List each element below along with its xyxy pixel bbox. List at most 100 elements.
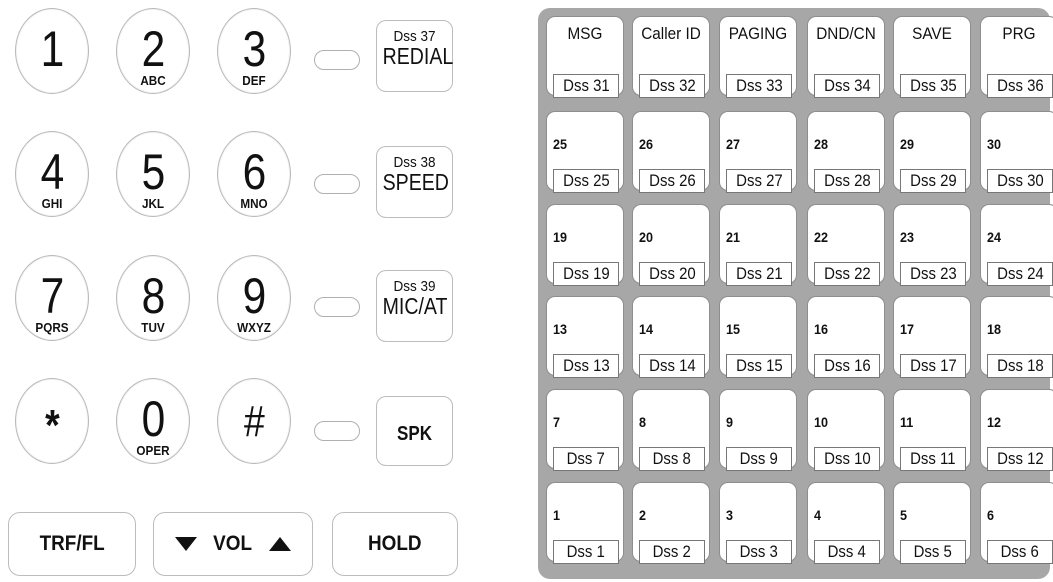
dss-key[interactable]: 14 Dss 14 (632, 296, 710, 378)
dss-key[interactable]: PAGING Dss 33 (719, 16, 797, 98)
dss-key[interactable]: 4 Dss 4 (807, 482, 885, 564)
dss-key-label: SAVE (912, 24, 952, 43)
key-4[interactable]: 4 GHI (15, 131, 89, 217)
dss-key[interactable]: MSG Dss 31 (546, 16, 624, 98)
dss-key[interactable]: 30 Dss 30 (980, 111, 1053, 193)
dss-key-tag: Dss 6 (987, 540, 1053, 564)
speaker-button[interactable]: SPK (376, 396, 453, 466)
key-hash[interactable]: # (217, 378, 291, 464)
dss-key-tag: Dss 14 (639, 354, 705, 378)
dss-key[interactable]: 10 Dss 10 (807, 389, 885, 471)
key-1[interactable]: 1 (15, 8, 89, 94)
dss-key-tag-text: Dss 14 (648, 356, 696, 375)
key-letters: WXYZ (237, 320, 271, 335)
dss-key[interactable]: 9 Dss 9 (719, 389, 797, 471)
dss-key[interactable]: 25 Dss 25 (546, 111, 624, 193)
dss-key-label: 25 (553, 136, 568, 152)
led-indicator-speaker (314, 421, 360, 441)
dss-key[interactable]: 1 Dss 1 (546, 482, 624, 564)
led-indicator-redial (314, 50, 360, 70)
dss-key[interactable]: 28 Dss 28 (807, 111, 885, 193)
dss-key[interactable]: 15 Dss 15 (719, 296, 797, 378)
dss-key-tag: Dss 16 (814, 354, 880, 378)
dss-key[interactable]: SAVE Dss 35 (893, 16, 971, 98)
dss-key-label: 20 (639, 229, 654, 245)
dss-key-label: DND/CN (816, 24, 876, 43)
dss-key[interactable]: 27 Dss 27 (719, 111, 797, 193)
key-star[interactable]: * (15, 378, 89, 464)
dss-key-label: 9 (726, 414, 734, 430)
dss-key-tag: Dss 20 (639, 262, 705, 286)
dss-key-tag: Dss 29 (900, 169, 966, 193)
key-letters: ABC (140, 73, 166, 88)
dss-key[interactable]: 17 Dss 17 (893, 296, 971, 378)
dss-key[interactable]: 7 Dss 7 (546, 389, 624, 471)
volume-down-icon[interactable] (175, 537, 198, 551)
dss-key-label: 16 (814, 321, 829, 337)
key-0[interactable]: 0 OPER (116, 378, 190, 464)
dss-key[interactable]: 2 Dss 2 (632, 482, 710, 564)
dss-key-tag-text: Dss 4 (827, 542, 867, 561)
dss-key-tag: Dss 18 (987, 354, 1053, 378)
dss-key[interactable]: 3 Dss 3 (719, 482, 797, 564)
key-6[interactable]: 6 MNO (217, 131, 291, 217)
key-5[interactable]: 5 JKL (116, 131, 190, 217)
dss-key-tag: Dss 25 (553, 169, 619, 193)
key-3[interactable]: 3 DEF (217, 8, 291, 94)
dss-key[interactable]: 24 Dss 24 (980, 204, 1053, 286)
dss-key-label: 24 (987, 229, 1002, 245)
dss-key-tag-text: Dss 31 (562, 76, 610, 95)
dss-key-tag-text: Dss 24 (996, 264, 1044, 283)
dss-key[interactable]: 12 Dss 12 (980, 389, 1053, 471)
dss-key[interactable]: 20 Dss 20 (632, 204, 710, 286)
key-digit: 3 (242, 21, 267, 77)
mic-at-button[interactable]: Dss 39 MIC/AT (376, 270, 453, 342)
dss-key-label: 18 (987, 321, 1002, 337)
key-7[interactable]: 7 PQRS (15, 255, 89, 341)
dss-key-label: MSG (567, 24, 603, 43)
dss-key[interactable]: 21 Dss 21 (719, 204, 797, 286)
hold-button[interactable]: HOLD (332, 512, 458, 576)
dss-key[interactable]: PRG Dss 36 (980, 16, 1053, 98)
key-digit: # (244, 397, 265, 446)
dss-key-label: 13 (553, 321, 568, 337)
key-2[interactable]: 2 ABC (116, 8, 190, 94)
volume-control[interactable]: VOL (153, 512, 313, 576)
dss-key-tag-text: Dss 26 (648, 171, 696, 190)
dss-key[interactable]: DND/CN Dss 34 (807, 16, 885, 98)
button-label: SPK (397, 423, 432, 445)
dss-key[interactable]: 6 Dss 6 (980, 482, 1053, 564)
redial-button[interactable]: Dss 37 REDIAL (376, 20, 453, 92)
dss-key[interactable]: 26 Dss 26 (632, 111, 710, 193)
dss-key-tag: Dss 30 (987, 169, 1053, 193)
dss-key-tag: Dss 9 (726, 447, 792, 471)
dss-key[interactable]: 22 Dss 22 (807, 204, 885, 286)
dss-key[interactable]: 19 Dss 19 (546, 204, 624, 286)
dss-key-tag-text: Dss 36 (996, 76, 1044, 95)
dss-key-tag-text: Dss 25 (562, 171, 610, 190)
dss-key[interactable]: 16 Dss 16 (807, 296, 885, 378)
dss-key[interactable]: 11 Dss 11 (893, 389, 971, 471)
dss-key[interactable]: 29 Dss 29 (893, 111, 971, 193)
dss-key[interactable]: 5 Dss 5 (893, 482, 971, 564)
key-digit: * (45, 401, 60, 450)
volume-up-icon[interactable] (268, 537, 291, 551)
dss-key-tag: Dss 27 (726, 169, 792, 193)
dss-key-label: PAGING (728, 24, 788, 43)
dss-key[interactable]: Caller ID Dss 32 (632, 16, 710, 98)
dss-key-label: 11 (900, 414, 914, 430)
button-label: TRF/FL (39, 532, 105, 555)
dss-key[interactable]: 23 Dss 23 (893, 204, 971, 286)
dss-key-tag-text: Dss 16 (823, 356, 871, 375)
dss-key[interactable]: 18 Dss 18 (980, 296, 1053, 378)
key-8[interactable]: 8 TUV (116, 255, 190, 341)
dss-key-label: 30 (987, 136, 1002, 152)
key-9[interactable]: 9 WXYZ (217, 255, 291, 341)
speed-button[interactable]: Dss 38 SPEED (376, 146, 453, 218)
dss-key-label: 4 (814, 507, 822, 523)
dss-key[interactable]: 8 Dss 8 (632, 389, 710, 471)
dss-key[interactable]: 13 Dss 13 (546, 296, 624, 378)
transfer-flash-button[interactable]: TRF/FL (8, 512, 136, 576)
dss-key-tag-text: Dss 9 (739, 449, 779, 468)
dss-key-label: 21 (726, 229, 741, 245)
